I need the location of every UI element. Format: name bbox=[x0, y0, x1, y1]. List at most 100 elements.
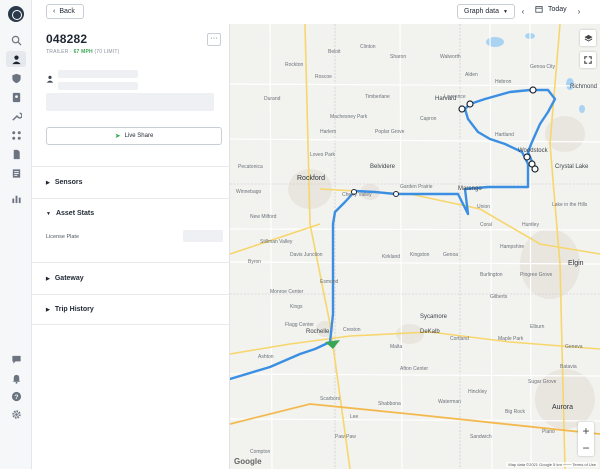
zoom-in-icon[interactable]: + bbox=[578, 422, 594, 439]
map-label: Poplar Grove bbox=[375, 129, 405, 135]
layers-icon[interactable] bbox=[580, 30, 596, 46]
live-share-button[interactable]: ➤ Live Share bbox=[46, 127, 222, 145]
map-label: Beloit bbox=[328, 49, 341, 55]
form-icon[interactable] bbox=[6, 165, 26, 181]
map-view[interactable]: Rockford Elgin Aurora Belvidere Cherry V… bbox=[230, 24, 600, 469]
map-label: New Milford bbox=[250, 214, 277, 220]
nav-rail: ? bbox=[0, 0, 32, 469]
next-day-button[interactable]: › bbox=[574, 5, 584, 17]
zoom-controls: + − bbox=[578, 422, 594, 456]
chart-icon[interactable] bbox=[6, 190, 26, 206]
map-label: Cherry Valley bbox=[342, 192, 372, 198]
divider bbox=[32, 166, 230, 167]
map-label: Sharon bbox=[390, 54, 407, 60]
bell-icon[interactable] bbox=[6, 370, 26, 386]
map-label: Shabbona bbox=[378, 401, 401, 407]
map-label: Walworth bbox=[440, 54, 461, 60]
stop-marker[interactable] bbox=[393, 191, 399, 197]
asset-stats-title: Asset Stats bbox=[55, 210, 95, 217]
message-icon[interactable] bbox=[6, 351, 26, 367]
route-icon[interactable] bbox=[6, 127, 26, 143]
map-label: Sycamore bbox=[420, 314, 448, 320]
user-icon[interactable] bbox=[6, 51, 26, 67]
stop-marker[interactable] bbox=[458, 105, 466, 113]
map-label: Ashton bbox=[258, 354, 274, 360]
map-label: Compton bbox=[250, 449, 271, 455]
map-label: Hampshire bbox=[500, 244, 525, 250]
date-label: Today bbox=[548, 5, 567, 13]
map-label: Capron bbox=[420, 116, 437, 122]
shield-icon[interactable] bbox=[6, 70, 26, 86]
search-icon[interactable] bbox=[6, 32, 26, 48]
license-plate-label: License Plate bbox=[46, 234, 80, 240]
map-label: Geneva bbox=[565, 344, 583, 350]
sensors-section-toggle[interactable]: ▶ Sensors bbox=[46, 179, 82, 186]
address-placeholder bbox=[46, 93, 214, 111]
stop-marker[interactable] bbox=[531, 165, 539, 173]
divider bbox=[32, 324, 230, 325]
date-picker[interactable]: Today bbox=[535, 5, 567, 13]
gateway-section-toggle[interactable]: ▶ Gateway bbox=[46, 275, 84, 282]
asset-stats-section-toggle[interactable]: ▼ Asset Stats bbox=[46, 210, 94, 217]
back-label: Back bbox=[59, 8, 75, 15]
map-label: Genoa City bbox=[530, 64, 556, 70]
trip-history-title: Trip History bbox=[54, 306, 94, 313]
map-label: Batavia bbox=[560, 364, 577, 370]
map-label: Roscoe bbox=[315, 74, 332, 80]
speed-value: 67 MPH bbox=[73, 49, 93, 55]
map-label: Richmond bbox=[570, 84, 598, 90]
gear-icon[interactable] bbox=[6, 406, 26, 422]
map-label: Esmond bbox=[320, 279, 339, 285]
id-card-icon[interactable] bbox=[6, 89, 26, 105]
document-icon[interactable] bbox=[6, 146, 26, 162]
speed-limit: (70 LIMIT) bbox=[94, 49, 120, 55]
map-label: Rochelle bbox=[306, 329, 330, 335]
map-label: Sandwich bbox=[470, 434, 492, 440]
stop-marker[interactable] bbox=[529, 86, 537, 94]
map-label: Union bbox=[477, 204, 491, 210]
map-label: Pingree Grove bbox=[520, 272, 553, 278]
driver-icon bbox=[46, 75, 54, 83]
map-label: Lake in the Hills bbox=[552, 202, 588, 208]
asset-id: 048282 bbox=[46, 32, 88, 46]
map-label: Loves Park bbox=[310, 152, 336, 158]
asset-subline: TRAILER · 67 MPH (70 LIMIT) bbox=[46, 49, 120, 55]
map-label: Waterman bbox=[438, 399, 461, 405]
graph-data-button[interactable]: Graph data ▼ bbox=[457, 4, 515, 19]
map-label: Crystal Lake bbox=[555, 164, 589, 170]
navigation-arrow-icon: ➤ bbox=[114, 133, 121, 140]
map-label: Malta bbox=[390, 344, 403, 350]
chevron-left-icon: ‹ bbox=[53, 8, 56, 15]
more-options-button[interactable]: ··· bbox=[207, 33, 221, 46]
logo-icon[interactable] bbox=[8, 6, 24, 22]
vehicle-name-placeholder bbox=[58, 82, 138, 90]
map-attribution[interactable]: Map data ©2021 Google 5 km ─── Terms of … bbox=[506, 462, 598, 467]
wrench-icon[interactable] bbox=[6, 108, 26, 124]
map-label: Kingston bbox=[410, 252, 430, 258]
divider bbox=[32, 262, 230, 263]
map-label: Aurora bbox=[552, 404, 574, 411]
map-label: Big Rock bbox=[505, 409, 526, 415]
back-button[interactable]: ‹ Back bbox=[46, 4, 84, 19]
help-icon[interactable]: ? bbox=[6, 388, 26, 404]
stop-marker[interactable] bbox=[523, 153, 531, 161]
fullscreen-icon[interactable] bbox=[580, 52, 596, 68]
map-label: Elgin bbox=[568, 260, 584, 267]
stop-marker[interactable] bbox=[466, 100, 474, 108]
map-label: Sugar Grove bbox=[528, 379, 557, 385]
divider bbox=[32, 198, 230, 199]
map-label: Stillman Valley bbox=[260, 239, 293, 245]
map-label: Marengo bbox=[458, 186, 482, 192]
divider bbox=[32, 294, 230, 295]
zoom-out-icon[interactable]: − bbox=[578, 439, 594, 456]
caret-right-icon: ▶ bbox=[46, 275, 50, 282]
map-label: Cortland bbox=[450, 336, 469, 342]
trip-history-section-toggle[interactable]: ▶ Trip History bbox=[46, 306, 94, 313]
caret-down-icon: ▼ bbox=[46, 210, 51, 217]
map-label: Burlington bbox=[480, 272, 503, 278]
map-label: Monroe Center bbox=[270, 289, 304, 295]
caret-right-icon: ▶ bbox=[46, 179, 50, 186]
map-label: Flagg Center bbox=[285, 322, 314, 328]
calendar-icon bbox=[535, 6, 543, 13]
previous-day-button[interactable]: ‹ bbox=[518, 5, 528, 17]
